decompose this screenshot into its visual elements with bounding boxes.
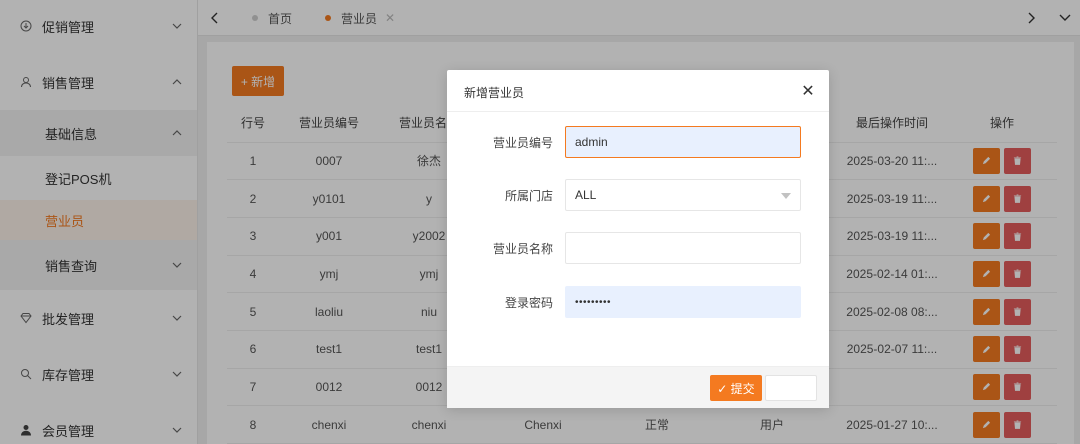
dialog-footer: ✓ 提交 [447,366,829,408]
cancel-button[interactable] [765,375,817,401]
clerk-name-label: 营业员名称 [492,242,553,256]
close-icon[interactable]: ✕ [799,82,817,100]
form-row-store: 所属门店 ALL [447,179,829,211]
form-row-clerk-name: 营业员名称 [447,232,829,264]
clerk-code-input[interactable]: admin [565,126,801,158]
dialog-title: 新增营业员 [464,86,525,100]
password-label: 登录密码 [504,296,553,310]
clerk-code-label: 营业员编号 [492,136,553,150]
store-select-value: ALL [575,188,597,202]
password-input[interactable]: ••••••••• [565,286,801,318]
clerk-name-input[interactable] [565,232,801,264]
dropdown-arrow-icon [781,193,791,199]
add-clerk-dialog: 新增营业员 ✕ 营业员编号 admin 所属门店 ALL 营业员名称 登录密码 … [447,70,829,408]
form-row-password: 登录密码 ••••••••• [447,286,829,318]
form-row-clerk-code: 营业员编号 admin [447,126,829,158]
store-label: 所属门店 [504,189,553,203]
store-select[interactable]: ALL [565,179,801,211]
submit-button[interactable]: ✓ 提交 [710,375,762,401]
dialog-header: 新增营业员 ✕ [447,70,829,112]
